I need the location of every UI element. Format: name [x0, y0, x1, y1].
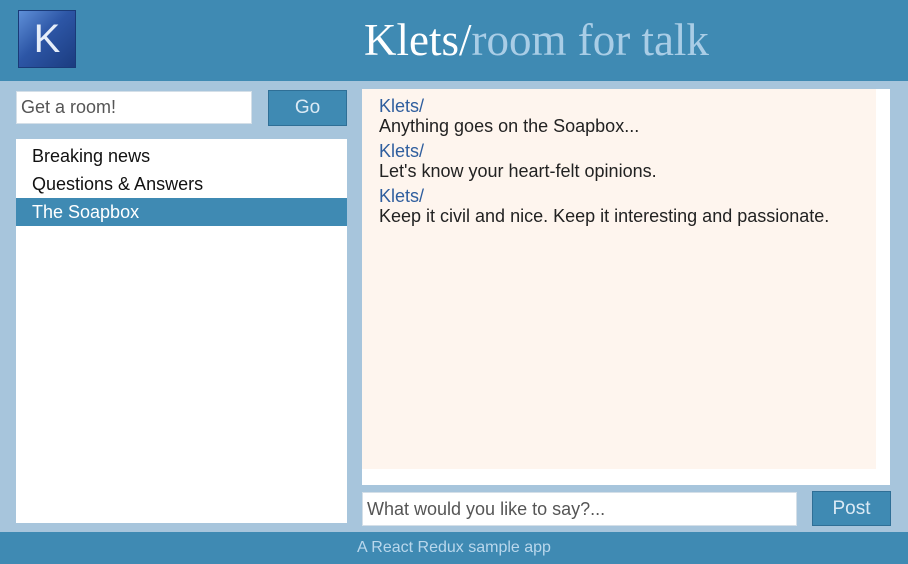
- message-panel: Klets/ Anything goes on the Soapbox... K…: [362, 89, 878, 469]
- message-item: Klets/ Let's know your heart-felt opinio…: [379, 141, 878, 181]
- vertical-scrollbar[interactable]: [876, 89, 890, 485]
- message-input[interactable]: [362, 492, 797, 526]
- message-text: Anything goes on the Soapbox...: [379, 116, 640, 136]
- room-search-input[interactable]: [16, 91, 252, 124]
- app-title-brand: Klets/: [364, 15, 472, 65]
- horizontal-scrollbar[interactable]: [362, 469, 890, 485]
- footer-text: A React Redux sample app: [357, 539, 551, 556]
- app-footer: A React Redux sample app: [0, 532, 908, 564]
- app-title-tagline: room for talk: [471, 15, 709, 65]
- message-item: Klets/ Keep it civil and nice. Keep it i…: [379, 186, 878, 226]
- room-item-breaking-news[interactable]: Breaking news: [16, 142, 347, 170]
- go-button[interactable]: Go: [268, 90, 347, 126]
- room-item-the-soapbox[interactable]: The Soapbox: [16, 198, 347, 226]
- message-text: Keep it civil and nice. Keep it interest…: [379, 206, 830, 226]
- klets-logo: K: [18, 10, 76, 68]
- message-author: Klets/: [379, 141, 425, 161]
- app-header: K Klets/room for talk: [0, 0, 908, 81]
- message-text: Let's know your heart-felt opinions.: [379, 161, 657, 181]
- message-author: Klets/: [379, 186, 425, 206]
- room-list: Breaking news Questions & Answers The So…: [16, 139, 347, 523]
- app-title: Klets/room for talk: [364, 14, 709, 66]
- post-button[interactable]: Post: [812, 491, 891, 526]
- room-item-questions-answers[interactable]: Questions & Answers: [16, 170, 347, 198]
- message-author: Klets/: [379, 96, 425, 116]
- message-item: Klets/ Anything goes on the Soapbox...: [379, 96, 878, 136]
